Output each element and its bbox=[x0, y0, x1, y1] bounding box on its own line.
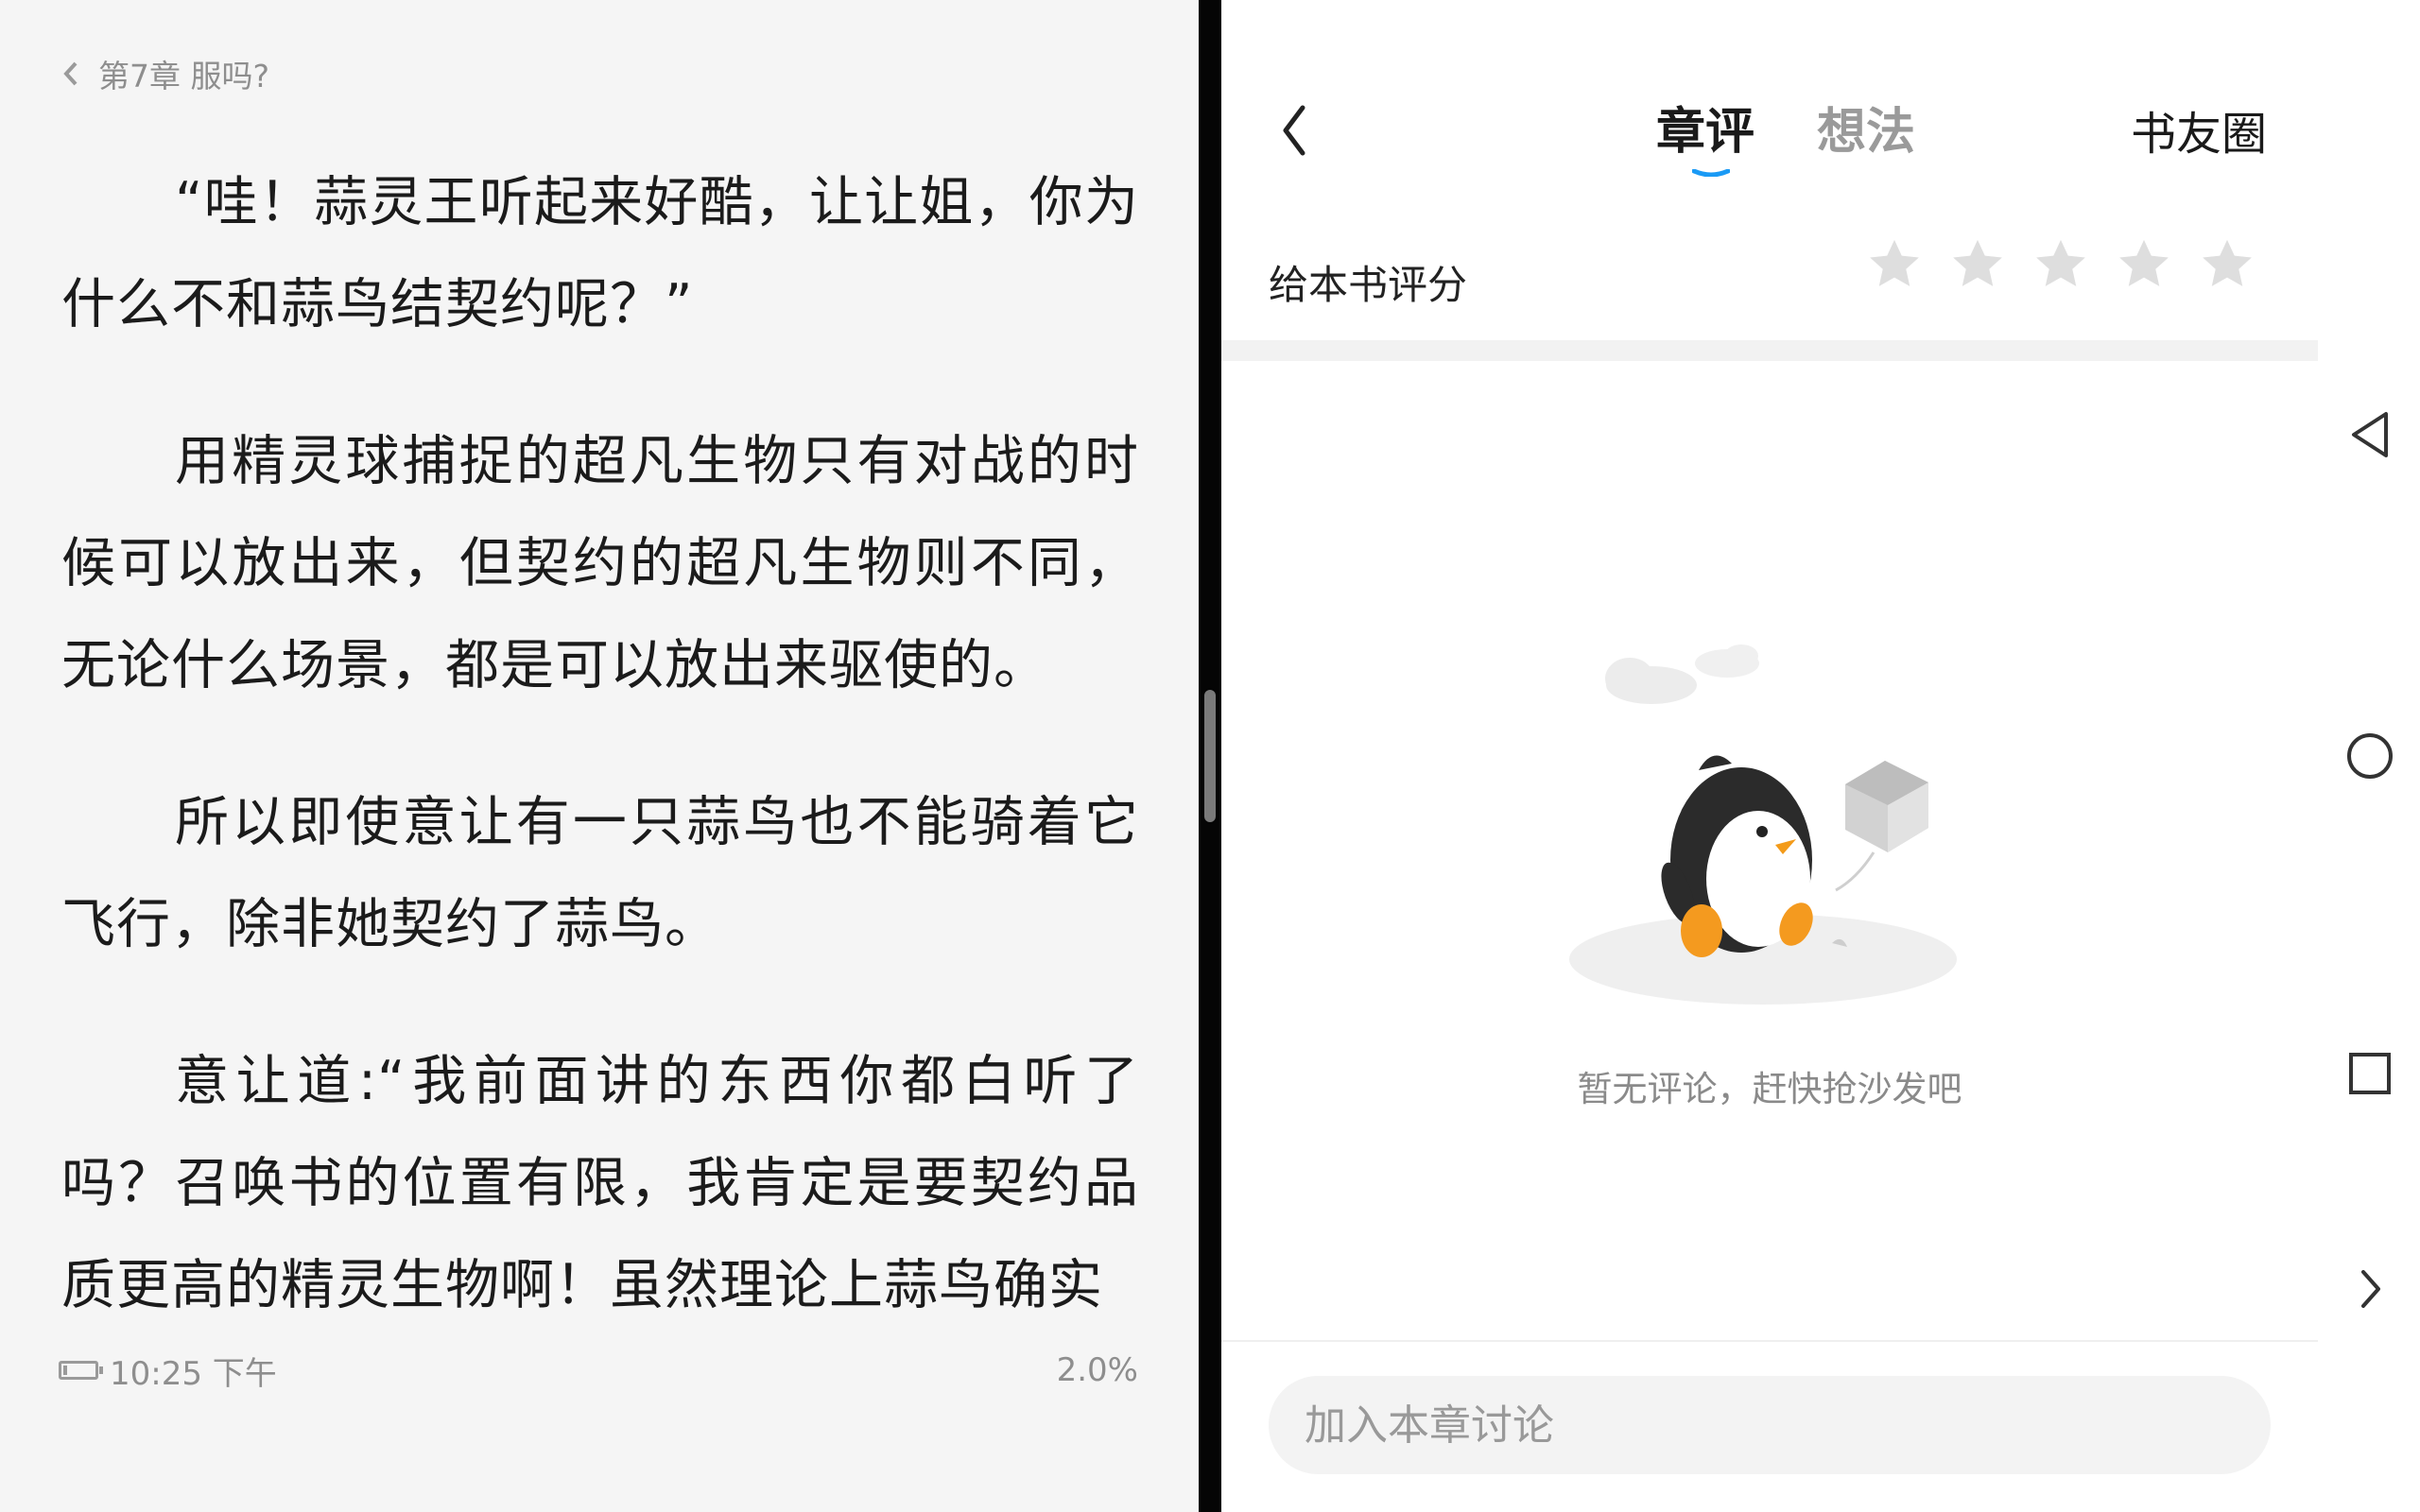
empty-state-message: 暂无评论，赶快抢沙发吧 bbox=[1577, 1069, 1962, 1109]
paragraph: “哇！蒜灵王听起来好酷，让让姐，你为什么不和蒜鸟结契约呢？” bbox=[61, 171, 1139, 335]
empty-penguin-illustration bbox=[1569, 644, 1957, 1005]
star-icon[interactable] bbox=[2031, 234, 2091, 295]
comments-pane: 章评 想法 书友圈 给本书评分 暂无评论，赶快抢沙发吧 加入本章讨论 bbox=[1221, 0, 2318, 1512]
star-rating[interactable] bbox=[1864, 234, 2257, 295]
square-recents-icon[interactable] bbox=[2346, 1047, 2394, 1100]
star-icon[interactable] bbox=[1947, 234, 2008, 295]
paragraph: 用精灵球捕捉的超凡生物只有对战的时候可以放出来，但契约的超凡生物则不同，无论什么… bbox=[61, 430, 1139, 696]
chapter-back-link[interactable]: 第7章 服吗? bbox=[59, 53, 269, 94]
input-top-divider bbox=[1221, 1340, 2318, 1342]
chevron-left-icon bbox=[63, 61, 78, 86]
book-friends-circle-link[interactable]: 书友圈 bbox=[2131, 106, 2267, 163]
section-divider bbox=[1221, 340, 2318, 361]
paragraph: 意让道:“我前面讲的东西你都白听了吗？召唤书的位置有限，我肯定是要契约品质更高的… bbox=[61, 1050, 1139, 1316]
system-navigation-bar bbox=[2318, 0, 2420, 1512]
chapter-discussion-input[interactable] bbox=[1269, 1376, 2271, 1474]
triangle-back-icon[interactable] bbox=[2346, 408, 2394, 461]
star-icon[interactable] bbox=[2114, 234, 2174, 295]
divider-drag-handle[interactable] bbox=[1204, 690, 1216, 822]
back-button[interactable] bbox=[1278, 102, 1310, 159]
comments-header: 章评 想法 书友圈 bbox=[1221, 0, 2318, 189]
clock-time: 10:25 下午 bbox=[110, 1354, 277, 1393]
reading-progress: 2.0% bbox=[1056, 1351, 1138, 1389]
tab-chapter-comments[interactable]: 章评 bbox=[1656, 102, 1754, 163]
reader-status-bar: 10:25 下午 2.0% bbox=[59, 1349, 1138, 1393]
battery-icon bbox=[59, 1361, 103, 1380]
reader-pane[interactable]: 第7章 服吗? “哇！蒜灵王听起来好酷，让让姐，你为什么不和蒜鸟结契约呢？” 用… bbox=[0, 0, 1199, 1512]
chapter-title: 第7章 服吗? bbox=[98, 58, 270, 94]
book-rating-row: 给本书评分 bbox=[1221, 227, 2318, 321]
rating-label: 给本书评分 bbox=[1269, 262, 1468, 308]
star-icon[interactable] bbox=[2197, 234, 2257, 295]
tab-ideas[interactable]: 想法 bbox=[1817, 102, 1915, 163]
tab-active-indicator bbox=[1692, 169, 1730, 177]
split-divider[interactable] bbox=[1199, 0, 1221, 1512]
chevron-right-icon[interactable] bbox=[2346, 1263, 2394, 1315]
paragraph: 所以即使意让有一只蒜鸟也不能骑着它飞行，除非她契约了蒜鸟。 bbox=[61, 791, 1139, 955]
star-icon[interactable] bbox=[1864, 234, 1925, 295]
circle-home-icon[interactable] bbox=[2346, 730, 2394, 782]
reader-text: “哇！蒜灵王听起来好酷，让让姐，你为什么不和蒜鸟结契约呢？” 用精灵球捕捉的超凡… bbox=[61, 151, 1139, 1391]
